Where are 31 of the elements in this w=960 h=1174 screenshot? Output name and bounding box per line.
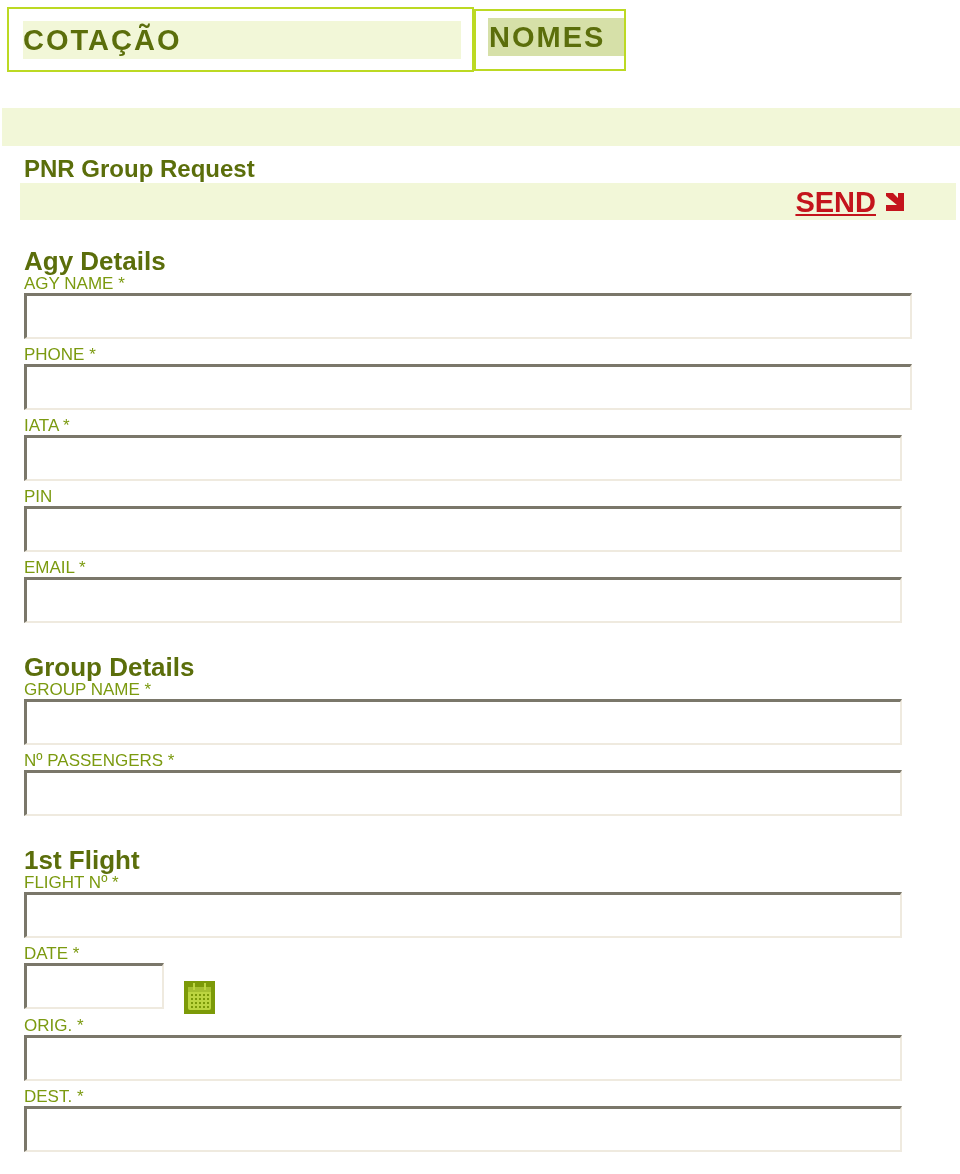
text-field[interactable] bbox=[24, 770, 902, 816]
field-label: FLIGHT Nº * bbox=[24, 873, 119, 892]
text-field[interactable] bbox=[24, 364, 912, 410]
field-label: DEST. * bbox=[24, 1087, 85, 1106]
tab[interactable]: NOMES bbox=[474, 9, 626, 71]
field-label: EMAIL * bbox=[24, 558, 87, 577]
form-title: PNR Group Request bbox=[24, 155, 256, 183]
text-field[interactable] bbox=[24, 1035, 902, 1081]
text-field[interactable] bbox=[24, 435, 902, 481]
tab-label: NOMES bbox=[488, 18, 624, 56]
text-field[interactable] bbox=[24, 1106, 902, 1152]
field-label: IATA * bbox=[24, 416, 71, 435]
text-field[interactable] bbox=[24, 577, 902, 623]
tab[interactable]: COTAÇÃO bbox=[7, 7, 474, 72]
date-field[interactable] bbox=[24, 963, 164, 1009]
send-link[interactable]: SEND bbox=[795, 185, 876, 218]
arrow-icon bbox=[884, 190, 906, 213]
field-label: PHONE * bbox=[24, 345, 97, 364]
field-label: ORIG. * bbox=[24, 1016, 85, 1035]
tab-label: COTAÇÃO bbox=[23, 21, 461, 59]
field-label: Nº PASSENGERS * bbox=[24, 751, 176, 770]
text-field[interactable] bbox=[24, 699, 902, 745]
text-field[interactable] bbox=[24, 506, 902, 552]
text-field[interactable] bbox=[24, 892, 902, 938]
section-heading: Group Details bbox=[24, 654, 196, 680]
field-label: GROUP NAME * bbox=[24, 680, 153, 699]
text-field[interactable] bbox=[24, 293, 912, 339]
section-heading: Agy Details bbox=[24, 248, 167, 274]
field-label: AGY NAME * bbox=[24, 274, 126, 293]
field-label: DATE * bbox=[24, 944, 81, 963]
field-label: PIN bbox=[24, 487, 54, 506]
